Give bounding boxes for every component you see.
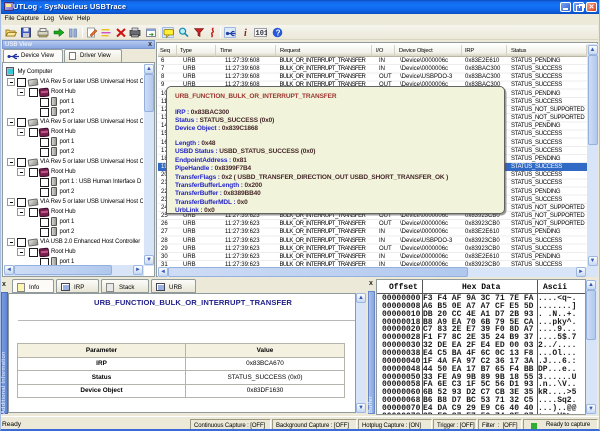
svg-text:101: 101 (256, 30, 268, 38)
svg-text:?: ? (276, 28, 281, 37)
svg-text:i: i (244, 28, 247, 38)
